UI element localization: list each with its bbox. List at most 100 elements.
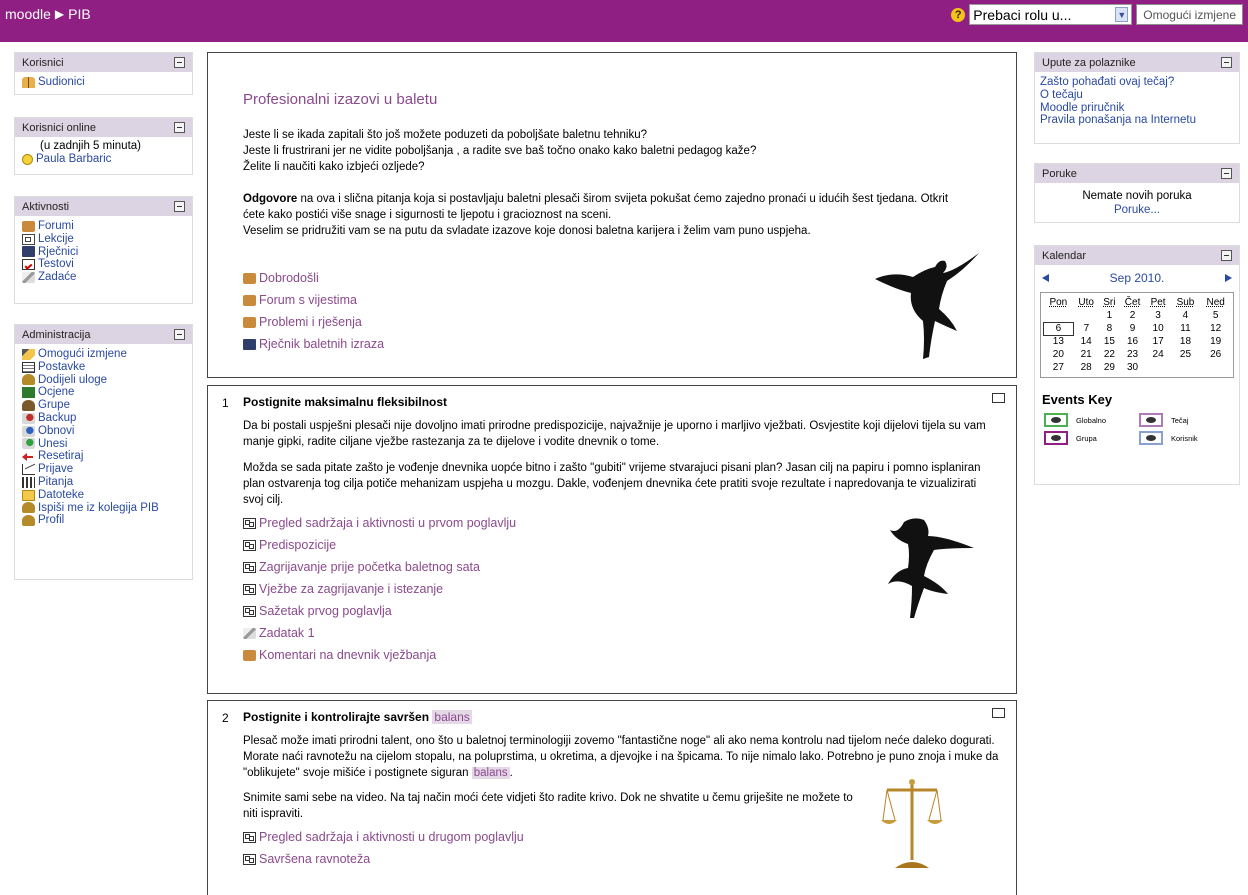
calendar-day[interactable]: 28	[1073, 361, 1099, 374]
highlight-balance[interactable]: balans	[432, 710, 472, 724]
calendar-day[interactable]: 25	[1171, 348, 1201, 361]
s1-exercises-link[interactable]: Vježbe za zagrijavanje i istezanje	[259, 582, 443, 596]
calendar-month[interactable]: Sep 2010.	[1110, 271, 1165, 285]
activity-forums[interactable]: Forumi	[22, 220, 185, 233]
admin-link[interactable]: Grupe	[38, 399, 70, 412]
calendar-day[interactable]: 20	[1044, 348, 1074, 361]
admin-link[interactable]: Postavke	[38, 361, 85, 374]
guide-manual-link[interactable]: Moodle priručnik	[1040, 102, 1124, 115]
online-user-item[interactable]: Paula Barbaric	[22, 153, 185, 166]
s1-link-assignment[interactable]: Zadatak 1	[243, 622, 996, 644]
s1-link-journal-comments[interactable]: Komentari na dnevnik vježbanja	[243, 644, 996, 666]
s1-journal-link[interactable]: Komentari na dnevnik vježbanja	[259, 648, 436, 662]
calendar-day[interactable]: 15	[1099, 335, 1119, 348]
admin-settings[interactable]: Postavke	[22, 361, 185, 374]
calendar-day[interactable]: 8	[1099, 322, 1119, 335]
admin-files[interactable]: Datoteke	[22, 489, 185, 502]
admin-questions[interactable]: Pitanja	[22, 476, 185, 489]
event-user-toggle[interactable]	[1139, 431, 1163, 445]
online-user-link[interactable]: Paula Barbaric	[36, 153, 111, 166]
calendar-day[interactable]: 22	[1099, 348, 1119, 361]
previous-month-icon[interactable]	[1042, 274, 1049, 282]
collapse-icon[interactable]	[174, 57, 185, 68]
calendar-day[interactable]: 21	[1073, 348, 1099, 361]
calendar-day[interactable]: 2	[1120, 309, 1146, 322]
breadcrumb-home[interactable]: moodle	[5, 6, 51, 22]
welcome-link[interactable]: Dobrodošli	[259, 271, 319, 285]
calendar-day[interactable]: 14	[1073, 335, 1099, 348]
admin-restore[interactable]: Obnovi	[22, 425, 185, 438]
s1-warmup-link[interactable]: Zagrijavanje prije početka baletnog sata	[259, 560, 480, 574]
calendar-day[interactable]: 1	[1099, 309, 1119, 322]
admin-link[interactable]: Prijave	[38, 463, 73, 476]
guide-why-link[interactable]: Zašto pohađati ovaj tečaj?	[1040, 76, 1174, 89]
admin-groups[interactable]: Grupe	[22, 399, 185, 412]
calendar-day[interactable]: 6	[1043, 321, 1074, 336]
chevron-down-icon[interactable]: ▼	[1115, 7, 1129, 22]
s1-predispositions-link[interactable]: Predispozicije	[259, 538, 336, 552]
guide-about-link[interactable]: O tečaju	[1040, 89, 1083, 102]
event-course-toggle[interactable]	[1139, 413, 1163, 427]
calendar-day[interactable]: 12	[1200, 322, 1231, 335]
turn-editing-on-button[interactable]: Omogući izmjene	[1136, 4, 1243, 25]
admin-link[interactable]: Omogući izmjene	[38, 348, 127, 361]
switch-role-select[interactable]: Prebaci rolu u... ▼	[969, 4, 1133, 25]
admin-link[interactable]: Unesi	[38, 438, 67, 451]
s1-summary-link[interactable]: Sažetak prvog poglavlja	[259, 604, 392, 618]
s2-overview-link[interactable]: Pregled sadržaja i aktivnosti u drugom p…	[259, 830, 524, 844]
calendar-day[interactable]: 30	[1120, 361, 1146, 374]
forums-link[interactable]: Forumi	[38, 220, 74, 233]
quizzes-link[interactable]: Testovi	[38, 258, 74, 271]
glossaries-link[interactable]: Rječnici	[38, 246, 78, 259]
glossary-link[interactable]: Rječnik baletnih izraza	[259, 337, 384, 351]
calendar-day[interactable]: 3	[1146, 309, 1171, 322]
calendar-day[interactable]: 19	[1200, 335, 1231, 348]
admin-profile[interactable]: Profil	[22, 514, 185, 527]
collapse-icon[interactable]	[1221, 250, 1232, 261]
assignments-link[interactable]: Zadaće	[38, 271, 76, 284]
s1-assignment-link[interactable]: Zadatak 1	[259, 626, 315, 640]
admin-turn-editing-on[interactable]: Omogući izmjene	[22, 348, 185, 361]
admin-link[interactable]: Profil	[38, 514, 64, 527]
lessons-link[interactable]: Lekcije	[38, 233, 74, 246]
collapse-icon[interactable]	[1221, 57, 1232, 68]
admin-unenrol[interactable]: Ispiši me iz kolegija PIB	[22, 502, 185, 515]
guide-item[interactable]: Moodle priručnik	[1040, 102, 1234, 115]
next-month-icon[interactable]	[1225, 274, 1232, 282]
collapse-icon[interactable]	[1221, 168, 1232, 179]
breadcrumb-course[interactable]: PIB	[68, 6, 91, 22]
calendar-day[interactable]: 16	[1120, 335, 1146, 348]
guide-item[interactable]: O tečaju	[1040, 89, 1234, 102]
calendar-day[interactable]: 27	[1044, 361, 1074, 374]
calendar-day[interactable]: 17	[1146, 335, 1171, 348]
admin-link[interactable]: Ocjene	[38, 386, 74, 399]
admin-link[interactable]: Dodijeli uloge	[38, 374, 107, 387]
calendar-day[interactable]: 7	[1073, 322, 1099, 335]
participants-link[interactable]: Sudionici	[38, 76, 85, 89]
calendar-day[interactable]: 18	[1171, 335, 1201, 348]
guide-item[interactable]: Pravila ponašanja na Internetu	[1040, 114, 1234, 127]
activity-assignments[interactable]: Zadaće	[22, 271, 185, 284]
news-forum-link[interactable]: Forum s vijestima	[259, 293, 357, 307]
guide-rules-link[interactable]: Pravila ponašanja na Internetu	[1040, 114, 1196, 127]
admin-link[interactable]: Resetiraj	[38, 450, 83, 463]
admin-reports[interactable]: Prijave	[22, 463, 185, 476]
s1-overview-link[interactable]: Pregled sadržaja i aktivnosti u prvom po…	[259, 516, 516, 530]
calendar-day[interactable]: 4	[1171, 309, 1201, 322]
calendar-day[interactable]: 24	[1146, 348, 1171, 361]
help-icon[interactable]: ?	[951, 7, 966, 22]
calendar-day[interactable]: 23	[1120, 348, 1146, 361]
problems-link[interactable]: Problemi i rješenja	[259, 315, 362, 329]
calendar-day[interactable]: 26	[1200, 348, 1231, 361]
admin-link[interactable]: Backup	[38, 412, 76, 425]
calendar-day[interactable]: 13	[1044, 335, 1074, 348]
admin-link[interactable]: Obnovi	[38, 425, 74, 438]
admin-import[interactable]: Unesi	[22, 438, 185, 451]
calendar-day[interactable]: 9	[1120, 322, 1146, 335]
admin-link[interactable]: Ispiši me iz kolegija PIB	[38, 502, 159, 515]
participants-item[interactable]: Sudionici	[22, 76, 185, 89]
collapse-icon[interactable]	[174, 122, 185, 133]
admin-assign-roles[interactable]: Dodijeli uloge	[22, 374, 185, 387]
messages-link[interactable]: Poruke...	[1114, 204, 1160, 216]
s2-balance-link[interactable]: Savršena ravnoteža	[259, 852, 370, 866]
